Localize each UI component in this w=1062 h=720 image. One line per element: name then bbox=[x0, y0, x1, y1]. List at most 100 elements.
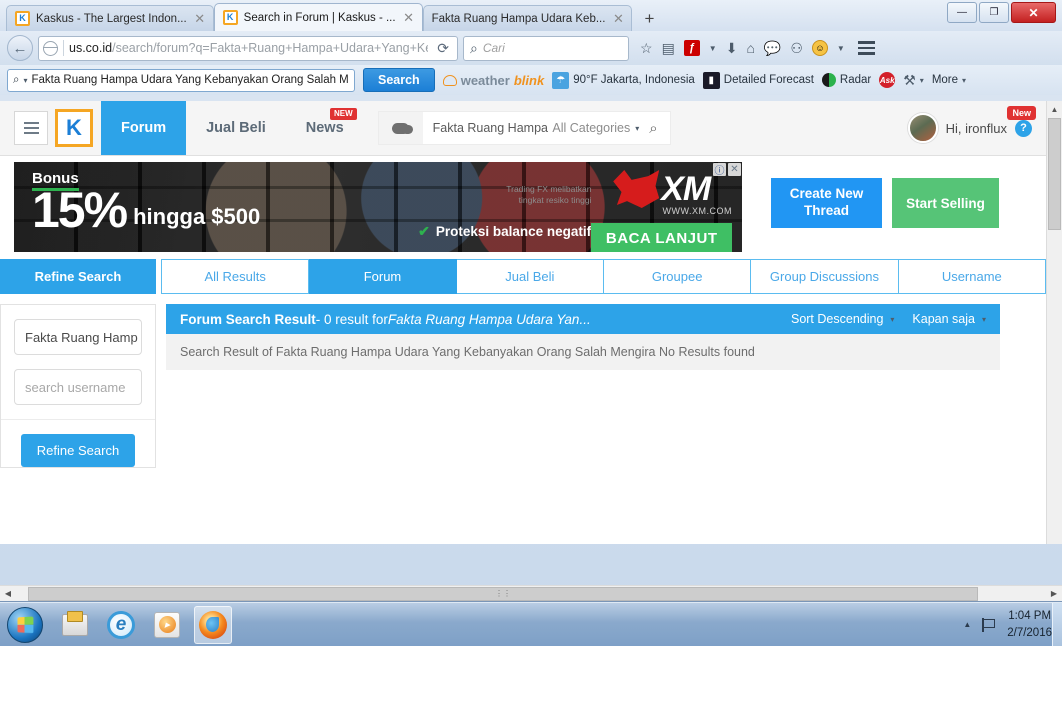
refine-search-button[interactable]: Refine Search bbox=[20, 434, 136, 467]
results-title: Forum Search Result bbox=[180, 311, 316, 327]
show-desktop-button[interactable] bbox=[1052, 603, 1062, 647]
cloud-icon bbox=[442, 74, 457, 86]
toolbar-search-button[interactable]: Search bbox=[363, 68, 435, 92]
taskbar-media-player[interactable] bbox=[148, 606, 186, 644]
scroll-left-icon[interactable]: ◀ bbox=[0, 589, 16, 598]
horizontal-scroll-thumb[interactable]: ⋮⋮ bbox=[28, 586, 978, 601]
tab-jual-beli[interactable]: Jual Beli bbox=[456, 259, 604, 294]
taskbar-windows-explorer[interactable] bbox=[56, 606, 94, 644]
site-search-submit-icon[interactable]: ⌕ bbox=[649, 120, 669, 137]
film-icon[interactable]: ⚇ bbox=[790, 41, 803, 55]
reload-icon[interactable]: ⟳ bbox=[433, 40, 453, 57]
tools-button[interactable]: ⚒ ▾ bbox=[903, 73, 924, 87]
tab-all-results[interactable]: All Results bbox=[161, 259, 310, 294]
more-button[interactable]: More ▾ bbox=[932, 74, 966, 86]
tab-username[interactable]: Username bbox=[898, 259, 1046, 294]
nav-item-news[interactable]: NEW News bbox=[286, 101, 364, 155]
home-icon[interactable]: ⌂ bbox=[746, 41, 754, 55]
new-tab-button[interactable]: + bbox=[636, 7, 662, 31]
taskbar-clock[interactable]: 1:04 PM 2/7/2016 bbox=[1007, 608, 1052, 641]
refine-sidebar: Fakta Ruang Hamp search username Refine … bbox=[0, 304, 156, 468]
browser-window: K Kaskus - The Largest Indon... ✕ K Sear… bbox=[0, 0, 1062, 602]
tab-close-icon[interactable]: ✕ bbox=[402, 10, 416, 26]
brand-blink: blink bbox=[513, 72, 545, 88]
chevron-down-icon[interactable]: ▼ bbox=[837, 44, 845, 53]
xm-banner-ad[interactable]: ⓘ ✕ Bonus 15% hingga $500 Trading FX mel… bbox=[14, 162, 742, 252]
chevron-down-icon[interactable]: ▾ bbox=[23, 76, 27, 85]
content-row: Fakta Ruang Hamp search username Refine … bbox=[0, 294, 1046, 468]
maximize-button[interactable]: ❐ bbox=[979, 2, 1009, 23]
tab-group-discussions[interactable]: Group Discussions bbox=[751, 259, 899, 294]
taskbar-internet-explorer[interactable] bbox=[102, 606, 140, 644]
top-ad-row: ⓘ ✕ Bonus 15% hingga $500 Trading FX mel… bbox=[0, 156, 1046, 252]
browser-search-box[interactable]: ⌕ Cari bbox=[463, 35, 629, 61]
sort-order-dropdown[interactable]: Sort Descending ▾ bbox=[791, 312, 894, 326]
keyword-input[interactable]: Fakta Ruang Hamp bbox=[14, 319, 142, 355]
browser-tab-2[interactable]: K Search in Forum | Kaskus - ... ✕ bbox=[213, 3, 423, 31]
result-tabs: All Results Forum Jual Beli Groupee Grou… bbox=[161, 259, 1046, 294]
category-dropdown[interactable]: All Categories ▾ bbox=[552, 121, 649, 135]
ad-offer: 15% hingga $500 bbox=[32, 182, 418, 238]
chat-icon[interactable]: 💬 bbox=[764, 41, 781, 55]
start-selling-button[interactable]: Start Selling bbox=[892, 178, 999, 228]
avatar[interactable] bbox=[907, 113, 938, 143]
site-menu-icon[interactable] bbox=[14, 111, 48, 145]
refine-search-tab[interactable]: Refine Search bbox=[0, 259, 156, 294]
page-vertical-scrollbar[interactable]: ▲ bbox=[1046, 101, 1062, 544]
ad-close-icon[interactable]: ✕ bbox=[728, 163, 741, 176]
ask-button[interactable]: Ask bbox=[879, 72, 896, 88]
minimize-button[interactable]: — bbox=[947, 2, 977, 23]
download-icon[interactable]: ⬇ bbox=[726, 41, 738, 55]
new-badge: NEW bbox=[329, 108, 357, 121]
tab-close-icon[interactable]: ✕ bbox=[193, 11, 207, 27]
menu-icon[interactable] bbox=[857, 41, 875, 55]
ad-info-icon[interactable]: ⓘ bbox=[713, 163, 726, 177]
xm-logo: XM bbox=[591, 170, 732, 208]
sort-time-dropdown[interactable]: Kapan saja ▾ bbox=[912, 312, 986, 326]
tab-close-icon[interactable]: ✕ bbox=[611, 11, 625, 27]
tab-groupee[interactable]: Groupee bbox=[603, 259, 752, 294]
flash-icon[interactable]: ƒ bbox=[683, 40, 700, 56]
reading-list-icon[interactable]: ▤ bbox=[662, 41, 675, 55]
action-center-flag-icon[interactable] bbox=[982, 617, 996, 632]
browser-tab-3[interactable]: Fakta Ruang Hampa Udara Keb... ✕ bbox=[422, 5, 633, 31]
search-tab-row: Refine Search All Results Forum Jual Bel… bbox=[0, 259, 1046, 294]
detailed-forecast-link[interactable]: ▮ Detailed Forecast bbox=[702, 71, 814, 89]
weather-readout[interactable]: ☂ 90°F Jakarta, Indonesia bbox=[552, 71, 695, 89]
page-horizontal-scrollbar[interactable]: ◀ ⋮⋮ ▶ bbox=[0, 585, 1062, 601]
user-area: Hi, ironflux New ? bbox=[907, 101, 1036, 155]
site-search[interactable]: Fakta Ruang Hampa All Categories ▾ ⌕ bbox=[377, 111, 671, 145]
url-text: us.co.id/search/forum?q=Fakta+Ruang+Hamp… bbox=[69, 41, 428, 55]
address-bar[interactable]: us.co.id/search/forum?q=Fakta+Ruang+Hamp… bbox=[38, 35, 458, 61]
ad-percent: 15% bbox=[32, 182, 128, 238]
results-sort-controls: Sort Descending ▾ Kapan saja ▾ bbox=[791, 312, 986, 326]
browser-tab-1[interactable]: K Kaskus - The Largest Indon... ✕ bbox=[6, 5, 214, 31]
scroll-up-icon[interactable]: ▲ bbox=[1047, 101, 1062, 117]
toolbar-search-input[interactable]: ⌕ ▾ Fakta Ruang Hampa Udara Yang Kebanya… bbox=[7, 68, 355, 92]
new-badge: New bbox=[1007, 105, 1036, 121]
vertical-scroll-thumb[interactable] bbox=[1048, 118, 1061, 230]
globe-icon bbox=[42, 40, 58, 56]
nav-item-forum[interactable]: Forum bbox=[101, 101, 187, 155]
scroll-right-icon[interactable]: ▶ bbox=[1046, 589, 1062, 598]
ad-cta-button[interactable]: BACA LANJUT bbox=[591, 223, 732, 252]
create-new-thread-button[interactable]: Create New Thread bbox=[771, 178, 882, 228]
close-button[interactable]: ✕ bbox=[1011, 2, 1056, 23]
back-button[interactable]: ← bbox=[7, 35, 33, 61]
site-search-input[interactable]: Fakta Ruang Hampa bbox=[423, 121, 553, 135]
browser-tab-title: Fakta Ruang Hampa Udara Keb... bbox=[431, 12, 606, 25]
kaskus-logo[interactable]: K bbox=[55, 109, 93, 147]
radar-link[interactable]: Radar bbox=[821, 73, 871, 87]
smiley-icon[interactable]: ☺ bbox=[811, 40, 828, 56]
help-icon[interactable]: New ? bbox=[1007, 105, 1036, 137]
bookmark-star-icon[interactable]: ☆ bbox=[640, 41, 653, 55]
tab-forum[interactable]: Forum bbox=[309, 259, 457, 294]
username-input[interactable]: search username bbox=[14, 369, 142, 405]
nav-item-jual-beli[interactable]: Jual Beli bbox=[186, 101, 286, 155]
show-hidden-icons-icon[interactable]: ▲ bbox=[963, 620, 971, 629]
user-greeting[interactable]: Hi, ironflux bbox=[946, 121, 1007, 136]
taskbar-firefox[interactable] bbox=[194, 605, 232, 644]
chevron-down-icon[interactable]: ▼ bbox=[709, 44, 717, 53]
start-button[interactable] bbox=[2, 605, 48, 645]
horizontal-scroll-track[interactable]: ⋮⋮ bbox=[16, 586, 1046, 601]
